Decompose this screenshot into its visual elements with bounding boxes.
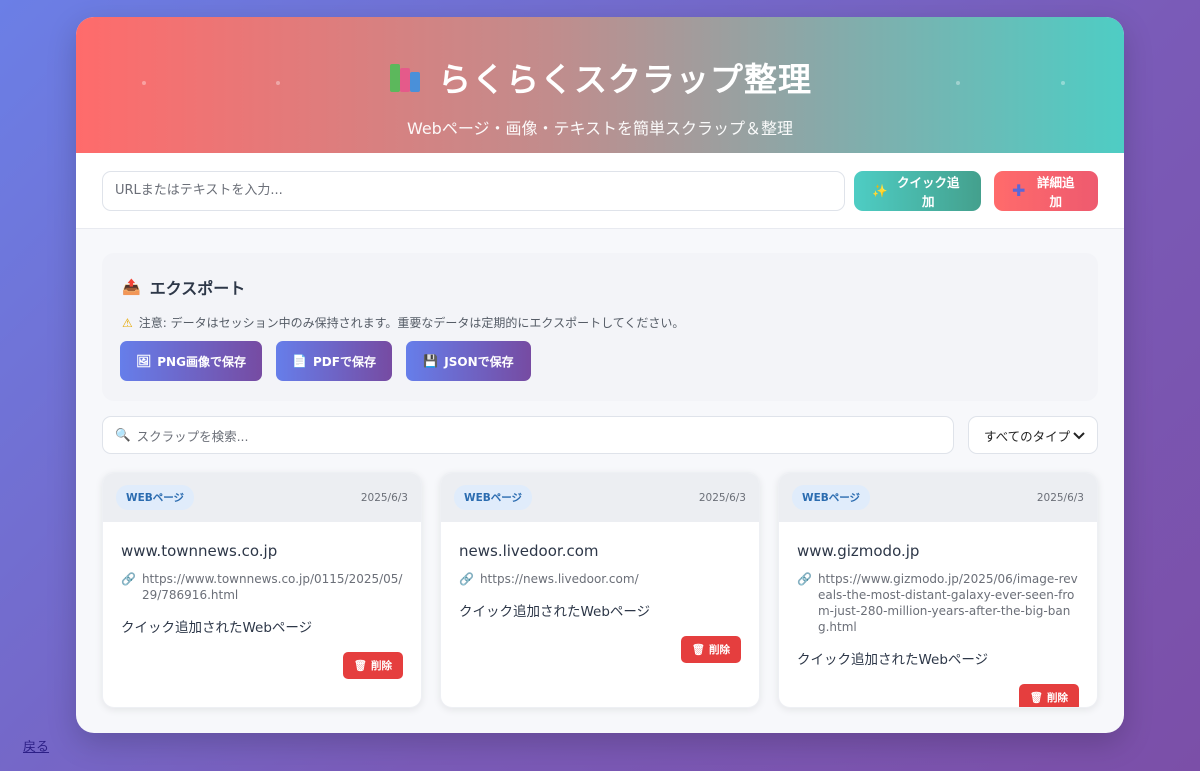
type-badge: WEBページ xyxy=(792,485,871,510)
search-row: 🔍 スクラップを検索... すべてのタイプ xyxy=(102,416,1098,454)
export-png-button[interactable]: 🖼 PNG画像で保存 xyxy=(120,341,262,381)
export-title-text: エクスポート xyxy=(149,279,246,298)
card-footer: 🗑 削除 xyxy=(797,684,1079,707)
detail-add-button[interactable]: ✚ 詳細追加 xyxy=(994,170,1098,211)
export-json-button[interactable]: 💾 JSONで保存 xyxy=(406,341,531,381)
export-note-text: 注意: データはセッション中のみ保持されます。重要なデータは定期的にエクスポート… xyxy=(138,316,685,330)
card-title: www.gizmodo.jp xyxy=(797,542,920,560)
scrap-card[interactable]: WEBページ 2025/6/3 www.townnews.co.jp 🔗 htt… xyxy=(102,472,422,708)
page-subtitle: Webページ・画像・テキストを簡単スクラップ＆整理 xyxy=(406,119,794,138)
back-link[interactable]: 戻る xyxy=(23,736,49,755)
card-url[interactable]: 🔗 https://news.livedoor.com/ xyxy=(459,571,741,587)
delete-button[interactable]: 🗑 削除 xyxy=(1018,684,1079,707)
trash-icon: 🗑 xyxy=(1029,692,1043,704)
card-description: クイック追加されたWebページ xyxy=(121,620,313,636)
card-body: www.townnews.co.jp 🔗 https://www.townnew… xyxy=(103,522,421,695)
type-badge: WEBページ xyxy=(116,485,195,510)
document-icon: 📄 xyxy=(292,354,307,368)
decorative-dot xyxy=(276,81,280,85)
quick-add-button[interactable]: ✨ クイック追加 xyxy=(854,170,981,211)
delete-label: 削除 xyxy=(1047,692,1068,704)
image-icon: 🖼 xyxy=(136,354,152,368)
export-note: ⚠ 注意: データはセッション中のみ保持されます。重要なデータは定期的にエクスポ… xyxy=(122,314,684,331)
card-footer: 🗑 削除 xyxy=(121,652,403,679)
delete-label: 削除 xyxy=(709,644,730,656)
delete-label: 削除 xyxy=(371,660,392,672)
delete-button[interactable]: 🗑 削除 xyxy=(342,652,403,679)
export-png-label: PNG画像で保存 xyxy=(157,354,246,369)
search-placeholder: スクラップを検索... xyxy=(136,428,249,444)
warning-icon: ⚠ xyxy=(122,315,133,330)
export-panel: 📤 エクスポート ⚠ 注意: データはセッション中のみ保持されます。重要なデータ… xyxy=(102,253,1098,401)
outbox-icon: 📤 xyxy=(122,278,141,296)
url-input[interactable] xyxy=(102,170,845,211)
export-json-label: JSONで保存 xyxy=(444,354,514,369)
scrap-card[interactable]: WEBページ 2025/6/3 news.livedoor.com 🔗 http… xyxy=(440,472,760,708)
search-input[interactable]: 🔍 スクラップを検索... xyxy=(102,416,954,454)
card-description: クイック追加されたWebページ xyxy=(797,652,989,668)
card-title: www.townnews.co.jp xyxy=(121,542,278,560)
trash-icon: 🗑 xyxy=(353,660,367,672)
card-url-text: https://www.gizmodo.jp/2025/06/image-rev… xyxy=(817,572,1078,634)
card-date: 2025/6/3 xyxy=(1036,491,1084,504)
export-title: 📤 エクスポート xyxy=(122,275,245,299)
type-filter-value: すべてのタイプ xyxy=(984,428,1071,444)
magnifier-icon: 🔍 xyxy=(115,427,131,442)
decorative-dot xyxy=(142,81,146,85)
export-buttons: 🖼 PNG画像で保存 📄 PDFで保存 💾 JSONで保存 xyxy=(120,341,531,381)
card-header: WEBページ 2025/6/3 xyxy=(103,473,421,522)
floppy-disk-icon: 💾 xyxy=(423,354,439,368)
card-body: news.livedoor.com 🔗 https://news.livedoo… xyxy=(441,522,759,679)
chevron-down-icon xyxy=(1073,428,1085,443)
card-header: WEBページ 2025/6/3 xyxy=(779,473,1097,522)
link-icon: 🔗 xyxy=(797,572,812,586)
type-filter-select[interactable]: すべてのタイプ xyxy=(968,416,1098,454)
card-url[interactable]: 🔗 https://www.gizmodo.jp/2025/06/image-r… xyxy=(797,571,1079,635)
hero-header: らくらくスクラップ整理 Webページ・画像・テキストを簡単スクラップ＆整理 xyxy=(76,17,1124,153)
card-grid: WEBページ 2025/6/3 www.townnews.co.jp 🔗 htt… xyxy=(102,472,1098,708)
card-url-text: https://news.livedoor.com/ xyxy=(479,572,639,586)
decorative-dot xyxy=(1061,81,1065,85)
card-header: WEBページ 2025/6/3 xyxy=(441,473,759,522)
card-date: 2025/6/3 xyxy=(360,491,408,504)
card-date: 2025/6/3 xyxy=(698,491,746,504)
sparkles-icon: ✨ xyxy=(872,182,888,198)
add-bar: ✨ クイック追加 ✚ 詳細追加 xyxy=(76,153,1124,229)
books-icon xyxy=(388,60,424,94)
card-footer: 🗑 削除 xyxy=(459,636,741,663)
quick-add-label: クイック追加 xyxy=(897,174,960,209)
scrap-card[interactable]: WEBページ 2025/6/3 www.gizmodo.jp 🔗 https:/… xyxy=(778,472,1098,708)
link-icon: 🔗 xyxy=(459,572,474,586)
trash-icon: 🗑 xyxy=(691,644,705,656)
page-title-text: らくらくスクラップ整理 xyxy=(438,60,812,99)
card-url[interactable]: 🔗 https://www.townnews.co.jp/0115/2025/0… xyxy=(121,571,403,603)
card-body: www.gizmodo.jp 🔗 https://www.gizmodo.jp/… xyxy=(779,522,1097,707)
card-url-text: https://www.townnews.co.jp/0115/2025/05/… xyxy=(141,572,403,602)
detail-add-label: 詳細追加 xyxy=(1036,174,1075,209)
page-title: らくらくスクラップ整理 xyxy=(76,17,1124,101)
card-title: news.livedoor.com xyxy=(459,542,599,560)
plus-icon: ✚ xyxy=(1012,181,1026,200)
export-pdf-label: PDFで保存 xyxy=(312,354,376,369)
card-description: クイック追加されたWebページ xyxy=(459,604,651,620)
type-badge: WEBページ xyxy=(454,485,533,510)
app-container: らくらくスクラップ整理 Webページ・画像・テキストを簡単スクラップ＆整理 ✨ … xyxy=(76,17,1124,733)
export-pdf-button[interactable]: 📄 PDFで保存 xyxy=(276,341,392,381)
delete-button[interactable]: 🗑 削除 xyxy=(680,636,741,663)
link-icon: 🔗 xyxy=(121,572,136,586)
decorative-dot xyxy=(956,81,960,85)
